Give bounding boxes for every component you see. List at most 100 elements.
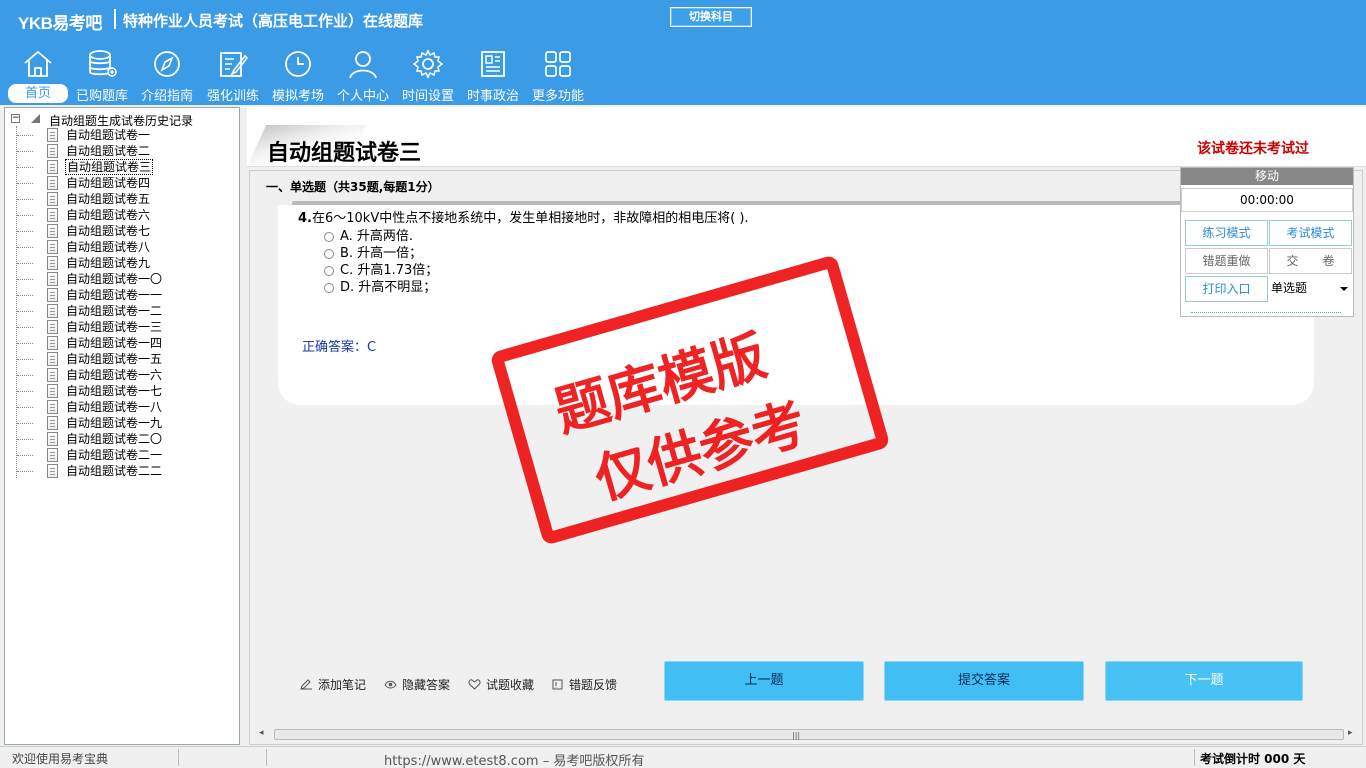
scroll-grip-icon[interactable]: ||| — [792, 731, 800, 740]
hide-answer-button[interactable]: 隐藏答案 — [384, 676, 450, 693]
nav-current-affairs[interactable]: 时事政治 — [462, 44, 524, 104]
radio-icon[interactable] — [324, 248, 334, 259]
compass-icon — [154, 51, 180, 77]
scroll-right-icon[interactable]: ▸ — [1348, 728, 1353, 738]
document-icon — [47, 352, 58, 366]
nav-label: 时事政治 — [466, 89, 519, 104]
tree-item[interactable]: 自动组题试卷一八 — [17, 399, 217, 415]
tree-item[interactable]: 自动组题试卷八 — [17, 239, 217, 255]
logo: YKB易考吧 — [18, 14, 102, 33]
title-bar: YKB易考吧 特种作业人员考试（高压电工作业）在线题库 切换科目 — [0, 0, 1366, 38]
option-d[interactable]: D. 升高不明显； — [324, 276, 436, 295]
add-note-button[interactable]: 添加笔记 — [300, 676, 366, 693]
document-icon — [47, 320, 58, 334]
tree-item[interactable]: 自动组题试卷二一 — [17, 447, 217, 463]
tree-connector — [17, 439, 33, 440]
nav-training[interactable]: 强化训练 — [202, 44, 264, 104]
exam-mode-button[interactable]: 考试模式 — [1269, 220, 1352, 246]
horizontal-scrollbar[interactable]: ◂ ||| ▸ — [256, 727, 1356, 741]
main-nav: 首页 已购题库 介绍指南 强化训练 模拟考场 个人中心 时间设置 时事政治 更多… — [0, 44, 700, 104]
tree-item-label: 自动组题试卷一六 — [66, 368, 163, 382]
scroll-left-icon[interactable]: ◂ — [259, 728, 264, 738]
document-icon — [47, 144, 58, 158]
tree-connector — [17, 311, 33, 312]
pencil-icon — [300, 679, 312, 690]
tree-connector — [17, 135, 33, 136]
tree-item[interactable]: 自动组题试卷一四 — [17, 335, 217, 351]
tree-connector — [17, 199, 33, 200]
nav-label: 个人中心 — [336, 89, 389, 104]
move-handle[interactable]: 移动 — [1181, 168, 1353, 185]
practice-mode-button[interactable]: 练习模式 — [1185, 220, 1268, 246]
tree-item[interactable]: 自动组题试卷五 — [17, 191, 217, 207]
radio-icon[interactable] — [324, 282, 334, 293]
status-welcome: 欢迎使用易考宝典 — [12, 752, 109, 766]
tree-item[interactable]: 自动组题试卷九 — [17, 255, 217, 271]
nav-label: 介绍指南 — [140, 89, 193, 104]
tree-item[interactable]: 自动组题试卷一五 — [17, 351, 217, 367]
folder-icon — [31, 114, 40, 123]
tree-item-label: 自动组题试卷一一 — [66, 288, 163, 302]
collapse-icon[interactable]: − — [11, 114, 20, 123]
tree-item[interactable]: 自动组题试卷一〇 — [17, 271, 217, 287]
tree-item[interactable]: 自动组题试卷一二 — [17, 303, 217, 319]
paper-tree: − 自动组题生成试卷历史记录 自动组题试卷一 自动组题试卷二 自动组题试卷三 自动组题… — [4, 107, 240, 745]
switch-subject-button[interactable]: 切换科目 — [670, 7, 752, 27]
tree-item[interactable]: 自动组题试卷二二 — [17, 463, 217, 479]
edit-icon — [220, 52, 249, 77]
tree-item[interactable]: 自动组题试卷七 — [17, 223, 217, 239]
nav-label: 模拟考场 — [271, 89, 324, 104]
tree-item[interactable]: 自动组题试卷三 — [17, 159, 217, 175]
tree-connector — [17, 295, 33, 296]
radio-icon[interactable] — [324, 231, 334, 242]
nav-guide[interactable]: 介绍指南 — [136, 44, 198, 104]
nav-more[interactable]: 更多功能 — [527, 44, 589, 104]
tree-item-label: 自动组题试卷八 — [66, 240, 151, 254]
nav-home[interactable]: 首页 — [8, 44, 68, 104]
document-icon — [47, 432, 58, 446]
print-button[interactable]: 打印入口 — [1185, 276, 1268, 302]
tree-item-label: 自动组题试卷一 — [66, 128, 151, 142]
tree-connector — [17, 471, 33, 472]
tree-item-label: 自动组题试卷一七 — [66, 384, 163, 398]
clock-icon — [285, 51, 311, 77]
tree-connector — [17, 151, 33, 152]
prev-question-button[interactable]: 上一题 — [664, 661, 864, 701]
feedback-button[interactable]: 错题反馈 — [551, 676, 617, 693]
nav-personal[interactable]: 个人中心 — [332, 44, 394, 104]
tree-item[interactable]: 自动组题试卷一三 — [17, 319, 217, 335]
grid-icon — [545, 51, 571, 77]
favorite-button[interactable]: 试题收藏 — [468, 676, 534, 693]
document-icon — [47, 384, 58, 398]
tree-item-label: 自动组题试卷五 — [66, 192, 151, 206]
tree-item[interactable]: 自动组题试卷一六 — [17, 367, 217, 383]
nav-purchased[interactable]: 已购题库 — [72, 44, 132, 104]
status-bar: 欢迎使用易考宝典 https://www.etest8.com – 易考吧版权所… — [0, 746, 1366, 768]
option-text: D. 升高不明显； — [340, 280, 437, 295]
tree-item-label: 自动组题试卷二〇 — [66, 432, 163, 446]
scroll-track[interactable] — [274, 729, 1344, 740]
select-value: 单选题 — [1271, 281, 1308, 295]
tree-item[interactable]: 自动组题试卷二〇 — [17, 431, 217, 447]
next-question-button[interactable]: 下一题 — [1105, 661, 1303, 701]
tool-label: 错题反馈 — [569, 678, 618, 692]
tree-item[interactable]: 自动组题试卷六 — [17, 207, 217, 223]
tree-item[interactable]: 自动组题试卷二 — [17, 143, 217, 159]
nav-label: 强化训练 — [206, 89, 259, 104]
tree-item[interactable]: 自动组题试卷一七 — [17, 383, 217, 399]
redo-wrong-button[interactable]: 错题重做 — [1185, 248, 1268, 274]
tree-item[interactable]: 自动组题试卷一九 — [17, 415, 217, 431]
home-icon — [24, 50, 52, 77]
paper-title: 自动组题试卷三 — [267, 141, 422, 166]
tree-item[interactable]: 自动组题试卷一一 — [17, 287, 217, 303]
radio-icon[interactable] — [324, 265, 334, 276]
submit-answer-button[interactable]: 提交答案 — [884, 661, 1084, 701]
nav-time-settings[interactable]: 时间设置 — [397, 44, 459, 104]
tree-item[interactable]: 自动组题试卷四 — [17, 175, 217, 191]
document-icon — [47, 160, 58, 174]
nav-mock-exam[interactable]: 模拟考场 — [267, 44, 329, 104]
hand-in-button[interactable]: 交 卷 — [1269, 248, 1352, 274]
paper-header: 自动组题试卷三 该试卷还未考试过 — [247, 107, 1366, 167]
tree-item[interactable]: 自动组题试卷一 — [17, 127, 217, 143]
question-type-select[interactable]: 单选题 — [1268, 277, 1352, 301]
